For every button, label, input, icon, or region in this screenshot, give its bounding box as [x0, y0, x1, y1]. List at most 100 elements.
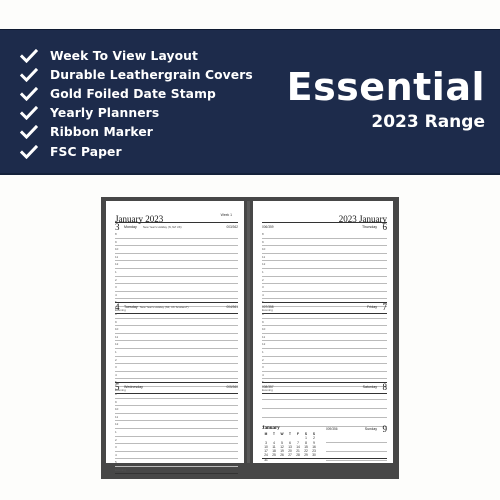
note-line[interactable] — [262, 400, 387, 409]
note-line[interactable] — [326, 443, 387, 452]
evening-label: Evening — [115, 467, 126, 472]
hour-slot[interactable]: 8 — [262, 231, 387, 239]
feature-banner: Week To View Layout Durable Leathergrain … — [0, 29, 500, 175]
hour-slot[interactable]: 11 — [115, 254, 238, 262]
note-line[interactable] — [262, 409, 387, 418]
note-line[interactable] — [326, 434, 387, 443]
hour-label: 4 — [262, 372, 264, 377]
hour-label: 12 — [262, 342, 266, 347]
hour-slot[interactable]: 9 — [115, 399, 238, 407]
hour-slot[interactable]: 12 — [115, 341, 238, 349]
hour-slot[interactable]: 2 — [115, 277, 238, 285]
hour-slot[interactable]: 9 — [115, 319, 238, 327]
planner-spread: January 2023 Week 1 3 Monday New Year's Ho… — [101, 197, 399, 479]
hour-slot[interactable]: 9 — [262, 319, 387, 327]
hour-slot[interactable]: 10 — [262, 326, 387, 334]
hour-label: 10 — [115, 407, 119, 412]
hour-slot[interactable]: 12 — [115, 261, 238, 269]
day-name: Tuesday — [124, 305, 138, 309]
hour-slot[interactable]: 8 — [115, 391, 238, 399]
hour-label: 4 — [115, 372, 117, 377]
day-count: 008/357 — [262, 385, 274, 389]
feature-label: FSC Paper — [50, 144, 122, 159]
hour-slot[interactable]: 10 — [115, 406, 238, 414]
day-header: 006/359 Thursday 6 — [262, 222, 387, 232]
hour-label: 5 — [115, 460, 117, 465]
day-name: Wednesday — [124, 385, 143, 389]
day-name: Sunday — [364, 427, 377, 431]
hour-slot[interactable]: 11 — [115, 334, 238, 342]
hour-slot[interactable]: 4 — [262, 292, 387, 300]
hour-slot[interactable]: 12 — [115, 421, 238, 429]
hour-label: 8 — [262, 232, 264, 236]
hour-slot[interactable]: 10 — [262, 246, 387, 254]
feature-label: Durable Leathergrain Covers — [50, 67, 253, 82]
hour-slot[interactable]: 9 — [115, 239, 238, 247]
hour-slot[interactable]: 1 — [262, 349, 387, 357]
day-header: 3 Monday New Year's Holiday (N, NZ UK) 003/… — [115, 222, 238, 232]
hour-slot[interactable]: 4 — [115, 372, 238, 380]
day-entry: 5 Wednesday 005/360 8 9 10 11 12 1 2 3 4 5 Evening — [115, 382, 238, 474]
hour-slot[interactable]: 11 — [262, 254, 387, 262]
hour-slot[interactable]: 10 — [115, 246, 238, 254]
hour-slot[interactable]: 2 — [262, 357, 387, 365]
hour-label: 1 — [115, 349, 117, 354]
note-line[interactable] — [262, 391, 387, 400]
hour-slot[interactable]: 1 — [115, 349, 238, 357]
feature-label: Ribbon Marker — [50, 125, 153, 140]
hour-slot[interactable]: 2 — [262, 277, 387, 285]
hour-slot[interactable]: 8 — [115, 231, 238, 239]
day-header: 008/357 Saturday 8 — [262, 382, 387, 392]
day-entry: 007/358 Friday 7 8 9 10 11 12 1 2 3 4 5 Evening — [262, 302, 387, 394]
day-header: 5 Wednesday 005/360 — [115, 382, 238, 392]
hour-slot[interactable]: 10 — [115, 326, 238, 334]
evening-slot[interactable]: Evening — [115, 467, 238, 474]
hour-slot[interactable]: 8 — [262, 311, 387, 319]
day-count: 007/358 — [262, 305, 274, 309]
hour-slot[interactable]: 9 — [262, 239, 387, 247]
left-page-header: January 2023 Week 1 — [115, 209, 238, 224]
hour-label: 4 — [115, 292, 117, 297]
hour-slot[interactable]: 1 — [115, 269, 238, 277]
hour-label: 3 — [262, 365, 264, 370]
day-name: Saturday — [362, 385, 377, 389]
right-page-header: 2023 January — [262, 209, 387, 224]
hour-label: 8 — [115, 312, 117, 316]
hour-label: 2 — [115, 277, 117, 282]
holiday-note: New Year's Holiday (N, NZ UK) — [143, 225, 182, 230]
hour-label: 3 — [115, 445, 117, 450]
checkmark-icon — [19, 125, 39, 140]
day-entry: 3 Monday New Year's Holiday (N, NZ UK) 003/… — [115, 222, 238, 314]
hour-slot[interactable]: 3 — [262, 364, 387, 372]
day-entry: 008/357 Saturday 8 — [262, 382, 387, 427]
hour-slot[interactable]: 4 — [115, 452, 238, 460]
hour-slot[interactable]: 11 — [115, 414, 238, 422]
hour-label: 2 — [262, 277, 264, 282]
day-name: Thursday — [362, 225, 377, 229]
hour-slot[interactable]: 2 — [115, 437, 238, 445]
hour-label: 12 — [115, 422, 119, 427]
hour-slot[interactable]: 3 — [262, 284, 387, 292]
hour-slot[interactable]: 1 — [115, 429, 238, 437]
hour-slot[interactable]: 5 — [115, 459, 238, 467]
hour-slot[interactable]: 8 — [115, 311, 238, 319]
hour-slot[interactable]: 4 — [115, 292, 238, 300]
feature-label: Week To View Layout — [50, 48, 198, 63]
hour-slot[interactable]: 12 — [262, 261, 387, 269]
hour-slot[interactable]: 2 — [115, 357, 238, 365]
note-line[interactable] — [326, 452, 387, 461]
feature-item: Week To View Layout — [19, 46, 253, 65]
hour-slot[interactable]: 11 — [262, 334, 387, 342]
hour-slot[interactable]: 3 — [115, 444, 238, 452]
hour-slot[interactable]: 12 — [262, 341, 387, 349]
feature-item: Yearly Planners — [19, 104, 253, 123]
hour-slot[interactable]: 1 — [262, 269, 387, 277]
feature-item: FSC Paper — [19, 142, 253, 161]
feature-item: Durable Leathergrain Covers — [19, 65, 253, 84]
day-count: 003/362 — [226, 225, 238, 229]
hour-slot[interactable]: 4 — [262, 372, 387, 380]
hour-slot[interactable]: 3 — [115, 364, 238, 372]
hour-slot[interactable]: 3 — [115, 284, 238, 292]
hour-label: 9 — [262, 319, 264, 324]
hour-label: 1 — [262, 349, 264, 354]
